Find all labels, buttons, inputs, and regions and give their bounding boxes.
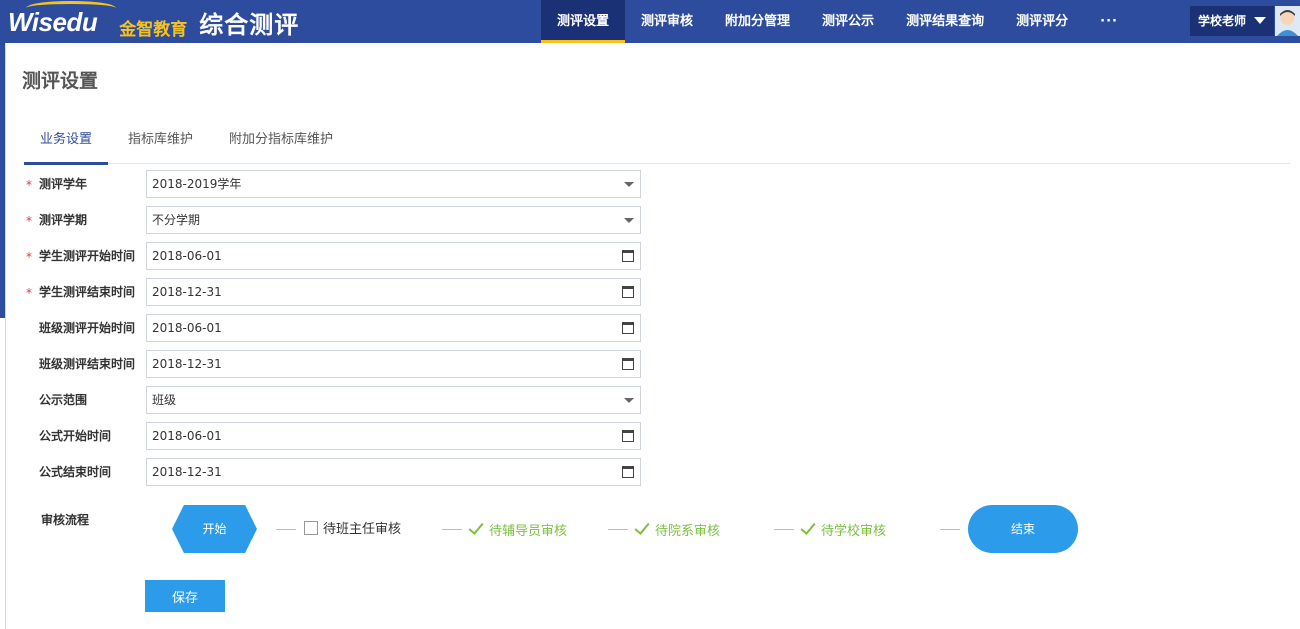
workflow-connector (608, 529, 628, 530)
workflow-connector (442, 529, 462, 530)
field-value: 班级 (152, 393, 177, 407)
check-icon (800, 519, 816, 535)
app-title: 综合测评 (199, 10, 300, 39)
publicity-start-date-input[interactable]: 2018-06-01 (146, 422, 641, 450)
nav-item-eval-review[interactable]: 测评审核 (625, 0, 709, 43)
class-start-date-input[interactable]: 2018-06-01 (146, 314, 641, 342)
tab-indicator-library[interactable]: 指标库维护 (112, 122, 209, 164)
caret-down-icon (1254, 17, 1266, 24)
field-value: 2018-06-01 (152, 429, 222, 443)
left-divider (5, 43, 6, 629)
field-value: 2018-2019学年 (152, 177, 242, 191)
workflow-step-head-teacher[interactable]: 待班主任审核 (304, 520, 401, 540)
workflow-connector (940, 529, 960, 530)
field-label: 学生测评结束时间 (39, 285, 136, 299)
student-start-date-input[interactable]: 2018-06-01 (146, 242, 641, 270)
calendar-icon[interactable] (622, 358, 634, 370)
required-mark: * (26, 286, 32, 300)
semester-select[interactable]: 不分学期 (146, 206, 641, 234)
field-label: 测评学年 (39, 177, 88, 191)
form-row-academic-year: * 测评学年 2018-2019学年 (24, 170, 644, 198)
workflow-label: 审核流程 (41, 513, 90, 527)
form-row-publicity-end: 公式结束时间 2018-12-31 (24, 458, 644, 486)
field-label: 学生测评开始时间 (39, 249, 136, 263)
field-value: 2018-06-01 (152, 321, 222, 335)
form-row-publicity-start: 公式开始时间 2018-06-01 (24, 422, 644, 450)
nav-item-eval-scoring[interactable]: 测评评分 (1000, 0, 1084, 43)
user-avatar-icon (1275, 6, 1300, 36)
save-button[interactable]: 保存 (145, 580, 225, 612)
calendar-icon[interactable] (622, 430, 634, 442)
dropdown-arrow-icon (624, 398, 634, 403)
form-row-student-start: * 学生测评开始时间 2018-06-01 (24, 242, 644, 270)
form-row-publicity-scope: 公示范围 班级 (24, 386, 644, 414)
logo-cn-text: 金智教育 (119, 19, 188, 40)
field-label: 公示范围 (39, 393, 88, 407)
calendar-icon[interactable] (622, 322, 634, 334)
user-role-dropdown[interactable]: 学校老师 (1190, 6, 1274, 36)
check-icon (634, 519, 650, 535)
required-mark: * (26, 178, 32, 192)
required-mark: * (26, 214, 32, 228)
class-end-date-input[interactable]: 2018-12-31 (146, 350, 641, 378)
student-end-date-input[interactable]: 2018-12-31 (146, 278, 641, 306)
step-label: 待辅导员审核 (489, 524, 568, 539)
brand-logo[interactable]: Wisedu 金智教育 综合测评 (8, 0, 300, 42)
more-menu-icon[interactable]: ··· (1084, 0, 1134, 43)
step-label: 待院系审核 (655, 524, 721, 539)
logo-wisedu: Wisedu (8, 0, 116, 38)
field-label: 班级测评结束时间 (39, 357, 136, 371)
workflow-connector (774, 529, 794, 530)
publicity-scope-select[interactable]: 班级 (146, 386, 641, 414)
field-value: 2018-06-01 (152, 249, 222, 263)
top-header: Wisedu 金智教育 综合测评 测评设置 测评审核 附加分管理 测评公示 测评… (0, 0, 1300, 43)
step-label: 待学校审核 (821, 524, 887, 539)
user-role-label: 学校老师 (1198, 14, 1247, 28)
workflow-step-school[interactable]: 待学校审核 (800, 519, 887, 540)
field-value: 2018-12-31 (152, 465, 222, 479)
field-label: 公式开始时间 (39, 429, 112, 443)
workflow-step-department[interactable]: 待院系审核 (634, 519, 721, 540)
workflow-end-node: 结束 (968, 505, 1078, 553)
workflow-start-node: 开始 (172, 505, 257, 553)
main-nav: 测评设置 测评审核 附加分管理 测评公示 测评结果查询 测评评分 ··· (541, 0, 1134, 43)
publicity-end-date-input[interactable]: 2018-12-31 (146, 458, 641, 486)
form-row-student-end: * 学生测评结束时间 2018-12-31 (24, 278, 644, 306)
tab-business-settings[interactable]: 业务设置 (24, 122, 109, 165)
workflow-step-counselor[interactable]: 待辅导员审核 (468, 519, 568, 540)
dropdown-arrow-icon (624, 182, 634, 187)
field-label: 公式结束时间 (39, 465, 112, 479)
workflow-connector (276, 529, 296, 530)
field-value: 不分学期 (152, 213, 201, 227)
nav-item-result-query[interactable]: 测评结果查询 (890, 0, 1000, 43)
page-title: 测评设置 (22, 70, 99, 92)
nav-item-bonus-points[interactable]: 附加分管理 (709, 0, 806, 43)
logo-swoosh (26, 0, 116, 15)
avatar[interactable] (1275, 6, 1300, 36)
calendar-icon[interactable] (622, 466, 634, 478)
form-row-semester: * 测评学期 不分学期 (24, 206, 644, 234)
academic-year-select[interactable]: 2018-2019学年 (146, 170, 641, 198)
nav-item-eval-settings[interactable]: 测评设置 (541, 0, 626, 43)
step-label: 待班主任审核 (323, 522, 402, 537)
checkbox-icon[interactable] (304, 521, 318, 535)
required-mark: * (26, 250, 32, 264)
field-label: 测评学期 (39, 213, 88, 227)
field-value: 2018-12-31 (152, 285, 222, 299)
nav-item-eval-publicity[interactable]: 测评公示 (806, 0, 890, 43)
field-label: 班级测评开始时间 (39, 321, 136, 335)
form-row-class-end: 班级测评结束时间 2018-12-31 (24, 350, 644, 378)
calendar-icon[interactable] (622, 286, 634, 298)
field-value: 2018-12-31 (152, 357, 222, 371)
check-icon (468, 519, 484, 535)
settings-tabs: 业务设置 指标库维护 附加分指标库维护 (24, 122, 1290, 165)
tab-bonus-indicator-library[interactable]: 附加分指标库维护 (213, 122, 349, 164)
calendar-icon[interactable] (622, 250, 634, 262)
form-row-class-start: 班级测评开始时间 2018-06-01 (24, 314, 644, 342)
dropdown-arrow-icon (624, 218, 634, 223)
